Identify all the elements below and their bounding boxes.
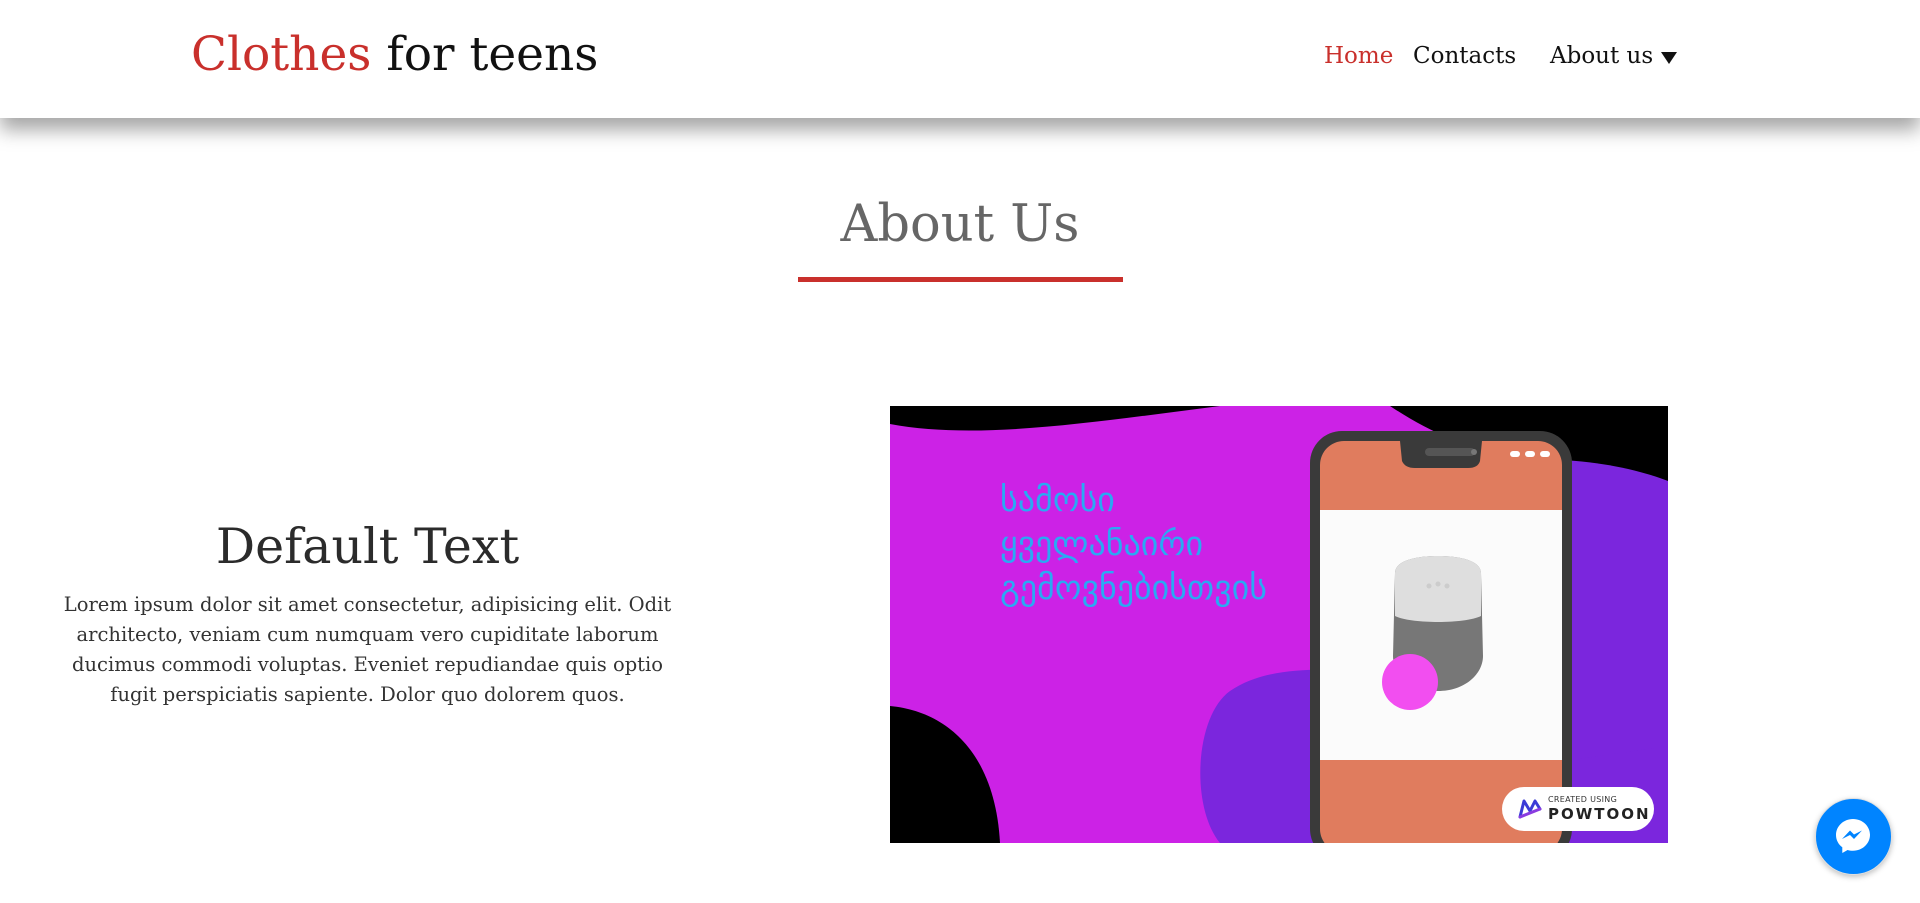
nav-home-link[interactable]: Home bbox=[1324, 43, 1393, 69]
nav-about-dropdown[interactable]: About us bbox=[1550, 43, 1678, 69]
nav-about-label: About us bbox=[1550, 43, 1654, 69]
title-underline bbox=[798, 277, 1123, 282]
nav-contacts-link[interactable]: Contacts bbox=[1413, 43, 1516, 69]
video-caption-line: გემოვნებისთვის bbox=[1000, 568, 1267, 608]
powtoon-badge: CREATED USING POWTOON bbox=[1502, 787, 1654, 831]
video-artwork bbox=[890, 406, 1668, 843]
promo-video[interactable]: სამოსი ყველანაირი გემოვნებისთვის CREATED… bbox=[890, 406, 1668, 843]
badge-caption: CREATED USING bbox=[1548, 795, 1618, 804]
chevron-down-icon bbox=[1661, 52, 1678, 64]
site-header: Clothes for teens Home Contacts About us bbox=[0, 0, 1920, 118]
powtoon-logo-icon bbox=[1518, 799, 1542, 819]
content-paragraph: Lorem ipsum dolor sit amet consectetur, … bbox=[63, 593, 672, 706]
messenger-chat-button[interactable] bbox=[1815, 798, 1892, 875]
content-heading: Default Text bbox=[215, 518, 520, 575]
site-logo[interactable]: Clothes for teens bbox=[191, 22, 598, 88]
video-caption-line: სამოსი bbox=[1000, 480, 1115, 520]
logo-word-clothes: Clothes bbox=[191, 27, 372, 82]
logo-words-for-teens: for teens bbox=[386, 27, 599, 82]
video-caption: სამოსი ყველანაირი გემოვნებისთვის bbox=[1000, 478, 1267, 610]
video-caption-line: ყველანაირი bbox=[1000, 524, 1204, 564]
badge-brand: POWTOON bbox=[1548, 805, 1651, 823]
page-title: About Us bbox=[840, 195, 1080, 254]
messenger-icon bbox=[1836, 819, 1870, 853]
